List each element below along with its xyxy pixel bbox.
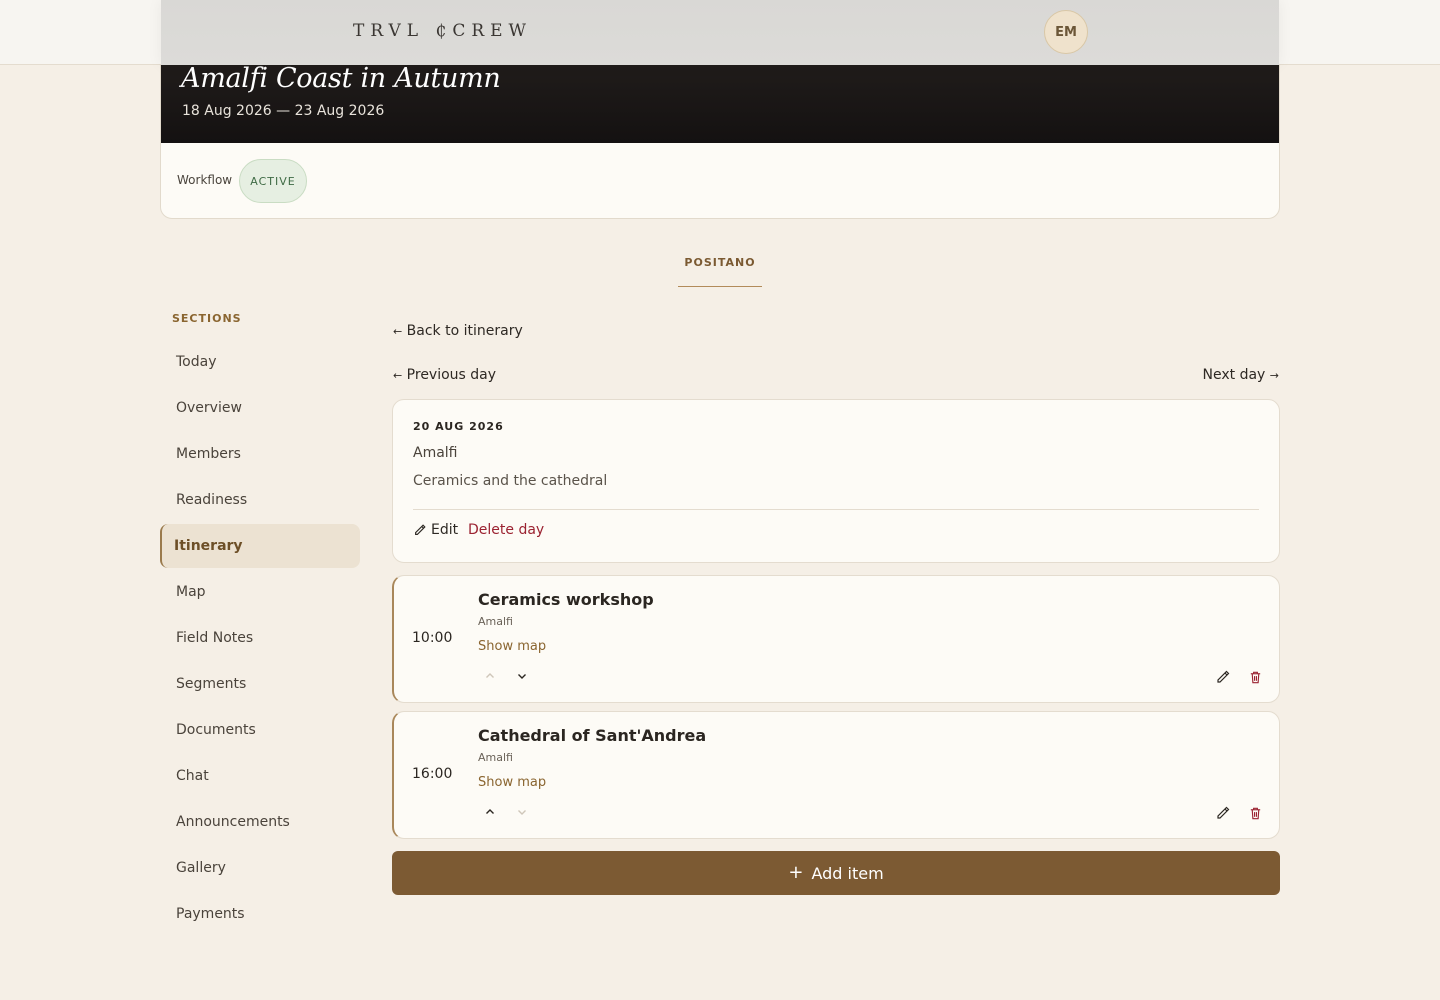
day-date: 20 AUG 2026 <box>413 420 504 433</box>
sidebar-item-itinerary[interactable]: Itinerary <box>160 524 360 568</box>
itinerary-item: 10:00 Ceramics workshop Amalfi Show map <box>392 575 1280 703</box>
trip-dates: 18 Aug 2026 — 23 Aug 2026 <box>182 103 385 119</box>
item-time: 16:00 <box>412 766 453 782</box>
tab-positano[interactable]: POSITANO <box>678 256 762 287</box>
pencil-icon <box>1217 806 1230 819</box>
back-link-label: Back to itinerary <box>406 323 523 339</box>
divider <box>413 509 1259 510</box>
top-bar: TRVL ₵CREW EM <box>0 0 1440 65</box>
sidebar-item-payments[interactable]: Payments <box>160 892 360 936</box>
previous-day-link[interactable]: ← Previous day <box>393 367 496 383</box>
next-day-label: Next day <box>1202 367 1266 383</box>
delete-item-button[interactable] <box>1246 804 1264 822</box>
trip-title: Amalfi Coast in Autumn <box>181 63 501 94</box>
sidebar-item-documents[interactable]: Documents <box>160 708 360 752</box>
brand-logo[interactable]: TRVL ₵CREW <box>353 21 532 41</box>
avatar[interactable]: EM <box>1044 10 1088 54</box>
move-up-button[interactable] <box>482 804 498 820</box>
edit-item-button[interactable] <box>1214 804 1232 822</box>
pencil-icon <box>1217 670 1230 683</box>
item-time: 10:00 <box>412 630 453 646</box>
move-up-button[interactable] <box>482 668 498 684</box>
sidebar-item-today[interactable]: Today <box>160 340 360 384</box>
sidebar-item-field-notes[interactable]: Field Notes <box>160 616 360 660</box>
arrow-right-icon: → <box>1269 369 1279 382</box>
sidebar-item-readiness[interactable]: Readiness <box>160 478 360 522</box>
add-item-label: Add item <box>811 863 884 883</box>
sidebar-item-segments[interactable]: Segments <box>160 662 360 706</box>
item-title: Ceramics workshop <box>478 590 654 609</box>
pencil-icon <box>415 524 426 535</box>
sidebar-heading: SECTIONS <box>172 312 242 325</box>
trash-icon <box>1250 807 1260 819</box>
sidebar-item-gallery[interactable]: Gallery <box>160 846 360 890</box>
delete-day-button[interactable]: Delete day <box>468 522 544 538</box>
arrow-left-icon: ← <box>393 369 403 382</box>
chevron-down-icon <box>518 674 526 679</box>
item-location: Amalfi <box>478 615 513 628</box>
workflow-label: Workflow <box>177 173 233 187</box>
day-description: Ceramics and the cathedral <box>413 473 608 489</box>
item-title: Cathedral of Sant'Andrea <box>478 726 707 745</box>
move-down-button[interactable] <box>514 668 530 684</box>
sidebar-item-overview[interactable]: Overview <box>160 386 360 430</box>
chevron-up-icon <box>486 673 494 678</box>
show-map-link[interactable]: Show map <box>478 639 546 654</box>
sidebar-item-members[interactable]: Members <box>160 432 360 476</box>
edit-day-button[interactable]: Edit <box>413 522 458 538</box>
next-day-link[interactable]: Next day → <box>1203 367 1280 383</box>
status-badge[interactable]: ACTIVE <box>239 159 307 203</box>
sidebar-nav: Today Overview Members Readiness Itinera… <box>160 340 360 938</box>
sidebar-item-chat[interactable]: Chat <box>160 754 360 798</box>
sidebar-item-announcements[interactable]: Announcements <box>160 800 360 844</box>
plus-icon: + <box>788 861 804 883</box>
back-to-itinerary-link[interactable]: ← Back to itinerary <box>393 323 523 339</box>
chevron-down-icon <box>518 810 526 815</box>
sidebar-item-map[interactable]: Map <box>160 570 360 614</box>
arrow-left-icon: ← <box>393 325 403 338</box>
itinerary-item: 16:00 Cathedral of Sant'Andrea Amalfi Sh… <box>392 711 1280 839</box>
chevron-up-icon <box>486 809 494 814</box>
previous-day-label: Previous day <box>406 367 497 383</box>
day-place: Amalfi <box>413 445 458 461</box>
add-item-button[interactable]: + Add item <box>392 851 1280 895</box>
move-down-button[interactable] <box>514 804 530 820</box>
edit-item-button[interactable] <box>1214 668 1232 686</box>
show-map-link[interactable]: Show map <box>478 775 546 790</box>
day-card: 20 AUG 2026 Amalfi Ceramics and the cath… <box>392 399 1280 563</box>
delete-item-button[interactable] <box>1246 668 1264 686</box>
edit-label: Edit <box>431 522 459 538</box>
hero-fade <box>161 0 1279 65</box>
item-location: Amalfi <box>478 751 513 764</box>
trash-icon <box>1250 671 1260 683</box>
